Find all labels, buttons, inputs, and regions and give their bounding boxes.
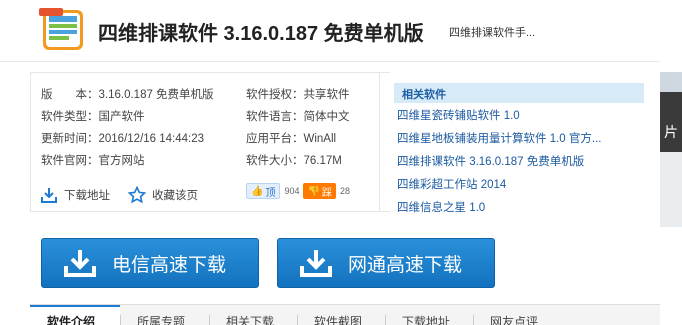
website-label: 软件官网：: [41, 155, 99, 167]
updated-row: 更新时间：2016/12/16 14:44:23: [41, 130, 204, 146]
updated-label: 更新时间：: [41, 133, 99, 145]
related-item[interactable]: 四维信息之星 1.0: [397, 199, 485, 215]
related-item[interactable]: 四维彩超工作站 2014: [397, 176, 506, 192]
upvote-button[interactable]: 👍 顶: [246, 183, 281, 199]
platform-label: 应用平台：: [246, 133, 304, 145]
downvote-count: 28: [339, 186, 350, 196]
page: 四维排课软件 3.16.0.187 免费单机版 四维排课软件手... 片 版 本…: [0, 0, 682, 325]
type-row: 软件类型：国产软件: [41, 108, 145, 124]
side-thumbnail[interactable]: 片: [660, 72, 682, 227]
related-item[interactable]: 四维星地板铺装用量计算软件 1.0 官方...: [397, 130, 601, 146]
tab-bar: 软件介绍 所属专题 相关下载 软件截图 下载地址 网友点评: [30, 304, 660, 325]
tab-divider: [297, 315, 298, 325]
version-row: 版 本：3.16.0.187 免费单机版: [41, 86, 214, 102]
thumbs-down-icon: 👎: [307, 185, 320, 197]
netcom-download-button[interactable]: 网通高速下载: [277, 238, 495, 288]
tab-download-address[interactable]: 下载地址: [402, 313, 450, 325]
platform-row: 应用平台：WinAll: [246, 130, 336, 146]
download-link-label: 下载地址: [64, 190, 110, 202]
tab-divider: [473, 315, 474, 325]
download-icon: [41, 188, 57, 203]
updated-value: 2016/12/16 14:44:23: [98, 133, 205, 145]
upvote-count: 904: [284, 186, 300, 196]
size-value: 76.17M: [303, 155, 342, 167]
tab-screenshots[interactable]: 软件截图: [314, 313, 362, 325]
page-header: 四维排课软件 3.16.0.187 免费单机版 四维排课软件手...: [0, 0, 660, 62]
version-value: 3.16.0.187 免费单机版: [98, 89, 214, 101]
thumbs-up-icon: 👍: [251, 185, 264, 197]
telecom-download-button[interactable]: 电信高速下载: [41, 238, 259, 288]
manual-link[interactable]: 四维排课软件手...: [449, 24, 535, 40]
upvote-label: 顶: [265, 187, 276, 199]
related-heading: 相关软件: [394, 83, 644, 103]
side-thumbnail-text: 片: [664, 124, 678, 140]
tab-intro[interactable]: 软件介绍: [47, 313, 95, 325]
type-value: 国产软件: [98, 111, 145, 123]
telecom-download-label: 电信高速下载: [112, 254, 227, 276]
website-row: 软件官网：官方网站: [41, 152, 145, 168]
vote-bar: 👍 顶 904 👎 踩 28: [246, 183, 350, 199]
bookmark-label: 收藏该页: [152, 190, 198, 202]
download-icon: [64, 250, 96, 277]
version-label: 版 本：: [41, 89, 99, 101]
tab-related-downloads[interactable]: 相关下载: [226, 313, 274, 325]
tab-divider: [120, 315, 121, 325]
download-icon: [300, 250, 332, 277]
language-row: 软件语言：简体中文: [246, 108, 350, 124]
tab-topics[interactable]: 所属专题: [137, 313, 185, 325]
app-logo-icon: [39, 8, 83, 50]
size-label: 软件大小：: [246, 155, 304, 167]
tab-reviews[interactable]: 网友点评: [490, 313, 538, 325]
netcom-download-label: 网通高速下载: [348, 254, 463, 276]
language-value: 简体中文: [303, 111, 350, 123]
star-icon: [128, 186, 146, 204]
tab-divider: [209, 315, 210, 325]
license-row: 软件授权：共享软件: [246, 86, 350, 102]
related-item[interactable]: 四维星瓷砖铺贴软件 1.0: [397, 107, 520, 123]
page-title: 四维排课软件 3.16.0.187 免费单机版: [98, 23, 424, 45]
downvote-button[interactable]: 👎 踩: [303, 183, 336, 199]
website-link[interactable]: 官方网站: [99, 155, 145, 167]
bookmark-link[interactable]: 收藏该页: [128, 186, 198, 204]
tab-divider: [385, 315, 386, 325]
downvote-label: 踩: [321, 187, 332, 199]
license-value: 共享软件: [303, 89, 350, 101]
license-label: 软件授权：: [246, 89, 304, 101]
related-item[interactable]: 四维排课软件 3.16.0.187 免费单机版: [397, 153, 584, 169]
platform-value: WinAll: [303, 133, 337, 145]
language-label: 软件语言：: [246, 111, 304, 123]
divider: [379, 72, 380, 212]
size-row: 软件大小：76.17M: [246, 152, 342, 168]
type-label: 软件类型：: [41, 111, 99, 123]
download-link[interactable]: 下载地址: [40, 186, 110, 204]
